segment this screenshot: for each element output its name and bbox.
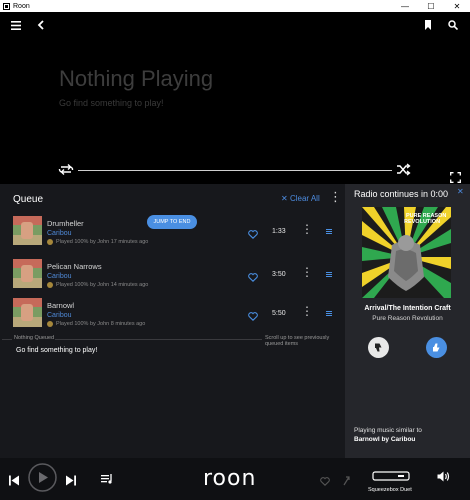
divider — [55, 339, 262, 340]
track-more-icon[interactable]: ⋮ — [301, 305, 313, 317]
nothing-queued-label: Nothing Queued — [14, 335, 55, 341]
drag-handle-icon[interactable] — [326, 229, 332, 234]
queue-row[interactable]: Drumheller Caribou Played 100% by John 1… — [0, 211, 345, 253]
similar-to-track[interactable]: Barnowl by Caribou — [354, 436, 415, 443]
previous-track-icon[interactable] — [9, 473, 20, 491]
maximize-button[interactable]: ☐ — [418, 0, 444, 12]
heart-icon[interactable] — [248, 308, 258, 326]
repeat-icon[interactable] — [58, 163, 74, 181]
track-play-info: Played 100% by John 17 minutes ago — [56, 239, 149, 245]
play-history-icon — [47, 282, 53, 288]
roon-window: Roon — ☐ ✕ Nothing Playing Go find somet… — [0, 0, 470, 500]
album-cover-text: REVOLUTION — [404, 219, 441, 225]
window-controls: — ☐ ✕ — [392, 0, 470, 12]
track-play-info: Played 100% by John 8 minutes ago — [56, 321, 146, 327]
window-titlebar: Roon — ☐ ✕ — [0, 0, 470, 12]
queue-empty-message: Go find something to play! — [16, 347, 98, 354]
track-duration: 1:33 — [272, 228, 286, 235]
back-arrow-icon[interactable] — [34, 18, 48, 32]
window-title: Roon — [13, 2, 30, 10]
radio-icon[interactable] — [342, 473, 351, 491]
shuffle-icon[interactable] — [396, 163, 411, 181]
track-title: Pelican Narrows — [47, 262, 102, 271]
queue-icon[interactable] — [101, 472, 114, 490]
album-cover-thumbnail — [13, 216, 42, 245]
radio-countdown-title: Radio continues in 0:00 — [354, 189, 449, 199]
radio-album-title[interactable]: Arrival/The Intention Craft — [345, 305, 470, 312]
thumbs-down-icon — [374, 339, 383, 357]
next-track-icon[interactable] — [65, 473, 76, 491]
volume-icon[interactable] — [437, 469, 450, 487]
divider — [2, 339, 12, 340]
track-artist[interactable]: Caribou — [47, 230, 72, 237]
clear-all-button[interactable]: ✕ Clear All — [281, 194, 320, 203]
seek-bar[interactable] — [78, 170, 392, 171]
album-cover-thumbnail — [13, 298, 42, 327]
track-more-icon[interactable]: ⋮ — [301, 266, 313, 278]
track-duration: 5:50 — [272, 310, 286, 317]
thumbs-up-icon — [432, 339, 441, 357]
app-icon — [3, 2, 10, 10]
heart-icon[interactable] — [248, 226, 258, 244]
play-button[interactable] — [28, 463, 57, 497]
album-artwork[interactable]: PURE REASON REVOLUTION — [362, 207, 451, 298]
drag-handle-icon[interactable] — [326, 272, 332, 277]
roon-logo: roon — [203, 466, 257, 491]
now-playing-subtitle: Go find something to play! — [59, 98, 164, 108]
minimize-button[interactable]: — — [392, 0, 418, 12]
search-icon[interactable] — [446, 18, 460, 32]
track-artist[interactable]: Caribou — [47, 312, 72, 319]
track-play-info: Played 100% by John 14 minutes ago — [56, 282, 149, 288]
clear-all-label: Clear All — [289, 194, 320, 203]
queue-row[interactable]: Barnowl Caribou Played 100% by John 8 mi… — [0, 293, 345, 335]
track-title: Barnowl — [47, 301, 75, 310]
album-cover-thumbnail — [13, 259, 42, 288]
zone-name[interactable]: Squeezebox Duet — [368, 487, 412, 493]
queue-row[interactable]: Pelican Narrows Caribou Played 100% by J… — [0, 254, 345, 296]
track-duration: 3:50 — [272, 271, 286, 278]
bookmark-icon[interactable] — [421, 18, 435, 32]
track-more-icon[interactable]: ⋮ — [301, 223, 313, 235]
queue-more-icon[interactable]: ⋮ — [329, 190, 342, 203]
hamburger-menu-icon[interactable] — [9, 18, 23, 32]
radio-album-artist[interactable]: Pure Reason Revolution — [345, 315, 470, 322]
radio-panel: Radio continues in 0:00 ✕ PURE REASON RE… — [345, 184, 470, 458]
zone-device-icon[interactable] — [372, 468, 410, 489]
close-icon[interactable]: ✕ — [457, 187, 464, 196]
heart-icon[interactable] — [320, 473, 330, 491]
heart-icon[interactable] — [248, 269, 258, 287]
transport-bar: roon Squeezebox Duet — [0, 458, 470, 500]
now-playing-title: Nothing Playing — [59, 66, 214, 91]
queue-header: Queue — [13, 194, 44, 205]
track-title: Drumheller — [47, 219, 84, 228]
queue-panel: Queue ✕ Clear All ⋮ JUMP TO END Drumhell… — [0, 184, 345, 458]
scroll-hint-label: Scroll up to see previously queued items — [265, 335, 330, 347]
drag-handle-icon[interactable] — [326, 311, 332, 316]
thumbs-down-button[interactable] — [368, 337, 389, 358]
top-navigation — [0, 12, 470, 40]
track-artist[interactable]: Caribou — [47, 273, 72, 280]
play-history-icon — [47, 321, 53, 327]
close-window-button[interactable]: ✕ — [444, 0, 470, 12]
play-history-icon — [47, 239, 53, 245]
close-icon: ✕ — [281, 194, 290, 203]
thumbs-up-button[interactable] — [426, 337, 447, 358]
similar-to-label: Playing music similar to — [354, 427, 422, 434]
